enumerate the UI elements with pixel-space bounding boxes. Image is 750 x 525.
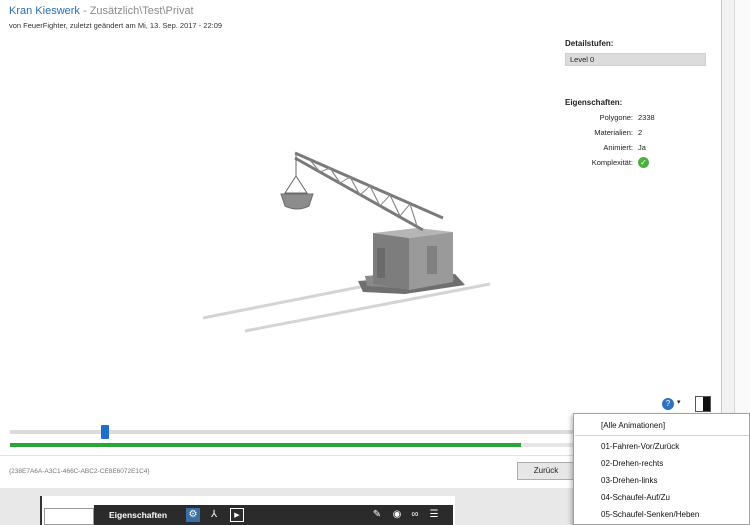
eye-icon[interactable]: ◉ [390, 508, 404, 522]
menu-item-all-animations[interactable]: [Alle Animationen] [601, 421, 665, 430]
back-button[interactable]: Zurück [517, 462, 575, 480]
properties-panel-title: Eigenschaften [109, 510, 168, 520]
menu-item-animation[interactable]: 04-Schaufel-Auf/Zu [601, 493, 670, 502]
materials-label: Materialien: [594, 128, 633, 137]
menu-item-animation[interactable]: 02-Drehen-rechts [601, 459, 663, 468]
materials-value: 2 [638, 128, 643, 137]
menu-item-animation[interactable]: 05-Schaufel-Senken/Heben [601, 510, 699, 519]
model-title: Kran Kieswerk - Zusätzlich\Test\Privat [9, 5, 194, 17]
load-progress-fill [10, 443, 522, 447]
contrast-toggle-icon[interactable] [695, 396, 711, 412]
animations-dropdown-menu: [Alle Animationen] 01-Fahren-Vor/Zurück … [573, 413, 750, 525]
animation-timeline-thumb[interactable] [101, 425, 109, 439]
menu-item-animation[interactable]: 01-Fahren-Vor/Zurück [601, 442, 679, 451]
load-progress-bar [10, 443, 575, 447]
network-icon[interactable]: ⅄ [207, 508, 221, 522]
gear-icon[interactable]: ⚙ [186, 508, 200, 522]
menu-item-animation[interactable]: 03-Drehen-links [601, 476, 657, 485]
animation-timeline-track[interactable] [10, 430, 575, 434]
complexity-label: Komplexität: [591, 158, 633, 167]
play-icon[interactable]: ▶ [230, 508, 244, 522]
crane-3d-preview[interactable] [195, 148, 500, 338]
model-path: - Zusätzlich\Test\Privat [79, 5, 194, 17]
model-guid: {238E7A6A-A3C1-466C-ABC2-CE8E6072E1C4} [9, 468, 150, 475]
bottom-input-box[interactable] [44, 508, 94, 525]
polygons-value: 2338 [638, 113, 655, 122]
link-icon[interactable]: ∞ [408, 508, 422, 522]
menu-separator [575, 435, 749, 436]
properties-panel-bar: Eigenschaften ⚙ ⅄ ▶ ✎ ◉ ∞ ☰ [94, 505, 453, 525]
properties-label: Eigenschaften: [565, 98, 623, 107]
polygons-label: Polygone: [599, 113, 633, 122]
animated-label: Animiert: [603, 143, 633, 152]
pin-icon[interactable]: ✎ [370, 508, 384, 522]
model-name[interactable]: Kran Kieswerk [9, 5, 80, 17]
detail-level-list-item[interactable]: Level 0 [565, 53, 706, 66]
green-check-icon: ✓ [638, 157, 649, 168]
animated-value: Ja [638, 143, 646, 152]
help-icon[interactable]: ? [662, 398, 674, 410]
animation-dropdown-chevron-icon[interactable]: ▾ [677, 398, 681, 406]
menu-icon[interactable]: ☰ [427, 508, 441, 522]
detail-levels-label: Detailstufen: [565, 39, 614, 48]
model-author-info: von FeuerFighter, zuletzt geändert am Mi… [9, 21, 223, 30]
